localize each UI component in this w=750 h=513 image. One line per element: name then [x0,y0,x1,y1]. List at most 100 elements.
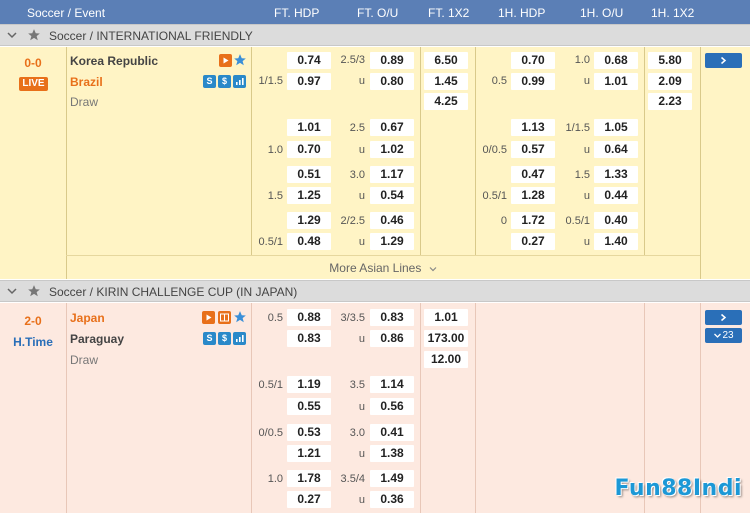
odds-cell[interactable]: 0.99 [511,73,555,90]
more-asian-lines-link[interactable]: More Asian Lines [66,255,700,279]
odds-cell[interactable]: 1.21 [287,445,331,462]
odds-cell[interactable]: 1.17 [370,166,414,183]
more-bets-count: 23 [722,330,734,341]
live-stream-icon[interactable] [202,311,215,324]
odds-cell[interactable]: 0.46 [370,212,414,229]
odds-cell[interactable]: 1.78 [287,470,331,487]
away-team[interactable]: Brazil [70,75,103,89]
match-score: 2-0 [24,314,42,328]
home-team[interactable]: Korea Republic [70,54,158,68]
chevron-down-icon[interactable] [6,29,18,41]
odds-cell[interactable]: 1.01 [594,73,638,90]
under-label: u [583,144,590,156]
odds-cell[interactable]: 1.38 [370,445,414,462]
favorite-star-icon[interactable] [233,310,247,324]
odds-cell[interactable]: 0.89 [370,52,414,69]
odds-1h-1x2-away[interactable]: 2.09 [648,73,692,90]
odds-cell[interactable]: 0.97 [287,73,331,90]
league-header-international-friendly[interactable]: Soccer / INTERNATIONAL FRIENDLY [0,24,750,46]
odds-1x2-draw[interactable]: 12.00 [424,351,468,368]
under-label: u [358,401,365,413]
under-label: u [358,448,365,460]
live-stream-icon[interactable] [219,54,232,67]
money-icon[interactable]: $ [218,75,231,88]
expand-match-button[interactable] [705,310,742,325]
odds-cell[interactable]: 1.49 [370,470,414,487]
hdp-line: 1/1.5 [258,75,283,87]
odds-1x2-home[interactable]: 1.01 [424,309,468,326]
odds-cell[interactable]: 0.40 [594,212,638,229]
odds-cell[interactable]: 0.36 [370,491,414,508]
header-1h-ou: 1H. O/U [580,6,624,20]
odds-cell[interactable]: 0.56 [370,398,414,415]
hdp-line: 1.0 [267,473,283,485]
odds-cell[interactable]: 0.80 [370,73,414,90]
odds-cell[interactable]: 1.19 [287,376,331,393]
odds-cell[interactable]: 0.74 [287,52,331,69]
odds-cell[interactable]: 0.53 [287,424,331,441]
chevron-down-icon [429,266,437,272]
stats-icon[interactable]: S [203,332,216,345]
header-event: Soccer / Event [27,6,106,20]
odds-cell[interactable]: 1.02 [370,141,414,158]
odds-cell[interactable]: 1.40 [594,233,638,250]
ou-line: 3.5 [349,379,365,391]
field-icon[interactable] [218,311,231,324]
odds-cell[interactable]: 0.83 [287,330,331,347]
money-icon[interactable]: $ [218,332,231,345]
odds-1x2-away[interactable]: 1.45 [424,73,468,90]
odds-cell[interactable]: 0.70 [511,52,555,69]
away-team[interactable]: Paraguay [70,332,124,346]
odds-cell[interactable]: 0.44 [594,187,638,204]
odds-cell[interactable]: 0.68 [594,52,638,69]
odds-cell[interactable]: 1.28 [511,187,555,204]
odds-cell[interactable]: 0.86 [370,330,414,347]
chevron-right-icon [721,56,727,65]
star-icon[interactable] [27,284,41,298]
hdp-line: 1.0 [267,144,283,156]
ou-line: 3.5/4 [340,473,365,485]
more-bets-button[interactable]: 23 [705,328,742,343]
expand-match-button[interactable] [705,53,742,68]
ou-line: 0.5/1 [565,215,590,227]
odds-cell[interactable]: 0.48 [287,233,331,250]
odds-1x2-draw[interactable]: 4.25 [424,93,468,110]
chart-icon[interactable] [233,75,246,88]
odds-cell[interactable]: 1.72 [511,212,555,229]
odds-1h-1x2-home[interactable]: 5.80 [648,52,692,69]
ou-line: 1.5 [574,169,590,181]
odds-cell[interactable]: 1.25 [287,187,331,204]
league-header-kirin-cup[interactable]: Soccer / KIRIN CHALLENGE CUP (IN JAPAN) [0,280,750,302]
star-icon[interactable] [27,28,41,42]
home-team[interactable]: Japan [70,311,105,325]
odds-cell[interactable]: 0.88 [287,309,331,326]
odds-cell[interactable]: 0.54 [370,187,414,204]
odds-cell[interactable]: 0.57 [511,141,555,158]
odds-cell[interactable]: 1.05 [594,119,638,136]
odds-cell[interactable]: 0.47 [511,166,555,183]
odds-cell[interactable]: 1.01 [287,119,331,136]
favorite-star-icon[interactable] [233,53,247,67]
odds-cell[interactable]: 0.41 [370,424,414,441]
stats-icon[interactable]: S [203,75,216,88]
odds-1h-1x2-draw[interactable]: 2.23 [648,93,692,110]
odds-cell[interactable]: 1.13 [511,119,555,136]
odds-1x2-home[interactable]: 6.50 [424,52,468,69]
chevron-down-icon[interactable] [6,285,18,297]
odds-cell[interactable]: 0.67 [370,119,414,136]
odds-1x2-away[interactable]: 173.00 [424,330,468,347]
odds-cell[interactable]: 0.83 [370,309,414,326]
odds-cell[interactable]: 0.51 [287,166,331,183]
odds-cell[interactable]: 0.27 [511,233,555,250]
ou-line: 3/3.5 [340,312,365,324]
odds-cell[interactable]: 0.70 [287,141,331,158]
odds-cell[interactable]: 0.55 [287,398,331,415]
watermark-logo: Fun88Indi [614,476,742,501]
odds-cell[interactable]: 1.29 [370,233,414,250]
odds-cell[interactable]: 0.64 [594,141,638,158]
chart-icon[interactable] [233,332,246,345]
odds-cell[interactable]: 1.29 [287,212,331,229]
odds-cell[interactable]: 0.27 [287,491,331,508]
odds-cell[interactable]: 1.14 [370,376,414,393]
odds-cell[interactable]: 1.33 [594,166,638,183]
